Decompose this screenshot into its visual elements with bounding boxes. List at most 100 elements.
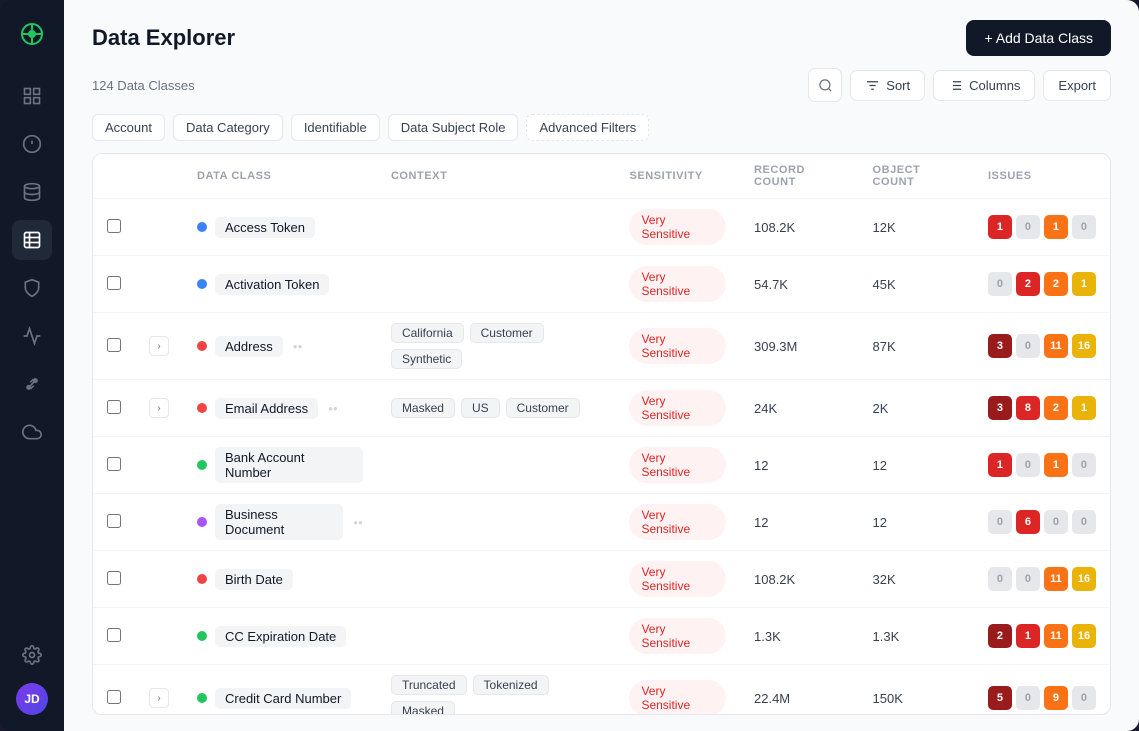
context-tag: California [391, 323, 464, 343]
sidebar-item-activity[interactable] [12, 316, 52, 356]
table-row: Business Document●●Very Sensitive1212060… [93, 494, 1110, 551]
issue-badge: 1 [988, 453, 1012, 477]
col-context: CONTEXT [377, 154, 616, 199]
object-count: 12 [859, 494, 974, 551]
class-name: Access Token [215, 217, 315, 238]
filters-bar: Account Data Category Identifiable Data … [64, 114, 1139, 153]
class-dot [197, 222, 207, 232]
row-checkbox[interactable] [107, 400, 121, 414]
row-checkbox[interactable] [107, 571, 121, 585]
data-count: 124 Data Classes [92, 78, 195, 93]
sensitivity-badge: Very Sensitive [629, 266, 726, 302]
export-button[interactable]: Export [1043, 70, 1111, 101]
user-avatar[interactable]: JD [16, 683, 48, 715]
record-count: 309.3M [740, 313, 859, 380]
filter-account[interactable]: Account [92, 114, 165, 141]
sidebar-item-alerts[interactable] [12, 124, 52, 164]
row-checkbox[interactable] [107, 690, 121, 704]
row-checkbox[interactable] [107, 457, 121, 471]
filter-data-subject-role[interactable]: Data Subject Role [388, 114, 519, 141]
class-name: Address [215, 336, 283, 357]
issue-badge: 2 [1044, 272, 1068, 296]
issue-badge: 1 [988, 215, 1012, 239]
context-tag: Tokenized [473, 675, 549, 695]
issue-badge: 11 [1044, 334, 1068, 358]
record-count: 1.3K [740, 608, 859, 665]
record-count: 108.2K [740, 199, 859, 256]
expand-button[interactable]: › [149, 398, 169, 418]
issue-badge: 0 [988, 567, 1012, 591]
sidebar-item-database[interactable] [12, 172, 52, 212]
add-data-class-button[interactable]: + Add Data Class [966, 20, 1111, 56]
columns-button[interactable]: Columns [933, 70, 1035, 101]
row-checkbox[interactable] [107, 628, 121, 642]
sidebar-item-cloud[interactable] [12, 412, 52, 452]
row-checkbox[interactable] [107, 276, 121, 290]
toolbar: 124 Data Classes Sort Columns Export [64, 56, 1139, 114]
record-count: 54.7K [740, 256, 859, 313]
sensitivity-badge: Very Sensitive [629, 447, 726, 483]
issue-badge: 2 [988, 624, 1012, 648]
object-count: 87K [859, 313, 974, 380]
issue-badge: 1 [1072, 272, 1096, 296]
user-icon: ●● [353, 518, 363, 527]
table-row: CC Expiration DateVery Sensitive1.3K1.3K… [93, 608, 1110, 665]
class-dot [197, 403, 207, 413]
user-icon: ●● [293, 342, 303, 351]
main-content: Data Explorer + Add Data Class 124 Data … [64, 0, 1139, 731]
user-icon: ●● [328, 404, 338, 413]
class-name: CC Expiration Date [215, 626, 346, 647]
issue-badge: 0 [1072, 453, 1096, 477]
sidebar-item-explorer[interactable] [12, 220, 52, 260]
search-button[interactable] [808, 68, 842, 102]
sidebar-item-settings[interactable] [12, 635, 52, 675]
table-row: Access TokenVery Sensitive108.2K12K1010 [93, 199, 1110, 256]
data-table-wrapper: DATA CLASS CONTEXT SENSITIVITY RECORD CO… [92, 153, 1111, 715]
issue-badge: 0 [1072, 686, 1096, 710]
expand-button[interactable]: › [149, 688, 169, 708]
filter-advanced[interactable]: Advanced Filters [526, 114, 649, 141]
sensitivity-badge: Very Sensitive [629, 209, 726, 245]
object-count: 12K [859, 199, 974, 256]
issue-badge: 2 [1044, 396, 1068, 420]
table-row: › Address ●● California Customer Synthetic Ver… [93, 313, 1110, 380]
issue-badge: 11 [1044, 624, 1068, 648]
record-count: 12 [740, 437, 859, 494]
class-name: Business Document [215, 504, 343, 540]
sidebar-item-plug[interactable] [12, 364, 52, 404]
object-count: 2K [859, 380, 974, 437]
class-dot [197, 631, 207, 641]
expand-button[interactable]: › [149, 336, 169, 356]
context-tag: Customer [470, 323, 544, 343]
filter-identifiable[interactable]: Identifiable [291, 114, 380, 141]
row-checkbox[interactable] [107, 338, 121, 352]
col-data-class: DATA CLASS [183, 154, 377, 199]
col-sensitivity: SENSITIVITY [615, 154, 740, 199]
issue-badge: 9 [1044, 686, 1068, 710]
toolbar-actions: Sort Columns Export [808, 68, 1111, 102]
sidebar-item-shield[interactable] [12, 268, 52, 308]
class-name: Activation Token [215, 274, 329, 295]
sort-button[interactable]: Sort [850, 70, 925, 101]
issue-badge: 0 [1016, 334, 1040, 358]
filter-data-category[interactable]: Data Category [173, 114, 283, 141]
class-name: Email Address [215, 398, 318, 419]
sensitivity-badge: Very Sensitive [629, 328, 726, 364]
columns-label: Columns [969, 78, 1020, 93]
data-table: DATA CLASS CONTEXT SENSITIVITY RECORD CO… [93, 154, 1110, 715]
table-row: Activation TokenVery Sensitive54.7K45K02… [93, 256, 1110, 313]
context-tag: Truncated [391, 675, 467, 695]
issue-badge: 16 [1072, 567, 1096, 591]
row-checkbox[interactable] [107, 219, 121, 233]
issue-badge: 3 [988, 334, 1012, 358]
issue-badge: 11 [1044, 567, 1068, 591]
col-object-count: OBJECT COUNT [859, 154, 974, 199]
issue-badge: 0 [1072, 510, 1096, 534]
sidebar-item-dashboard[interactable] [12, 76, 52, 116]
row-checkbox[interactable] [107, 514, 121, 528]
record-count: 24K [740, 380, 859, 437]
context-tag: Masked [391, 398, 455, 418]
sensitivity-badge: Very Sensitive [629, 680, 726, 715]
context-tag: Synthetic [391, 349, 462, 369]
record-count: 108.2K [740, 551, 859, 608]
